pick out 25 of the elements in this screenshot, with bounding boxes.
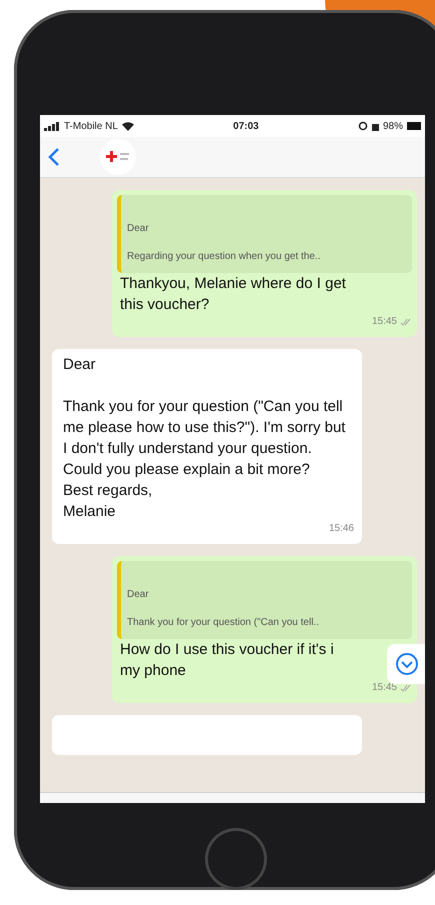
message-time: 15:46 xyxy=(328,522,354,536)
cross-logo-icon xyxy=(105,150,131,164)
message-text: How do I use this voucher if it's i my phone xyxy=(119,640,335,681)
message-time: 15:45 xyxy=(372,681,397,695)
chevron-down-icon xyxy=(395,652,419,676)
status-time: 07:03 xyxy=(233,120,259,132)
scroll-down-button[interactable] xyxy=(387,644,425,684)
contact-avatar[interactable] xyxy=(100,139,136,175)
battery-percent: 98% xyxy=(382,120,403,132)
quote-title: Dear xyxy=(127,589,150,601)
wifi-icon xyxy=(122,122,134,130)
quoted-message[interactable]: Dear Thank you for your question ("Can you tell.. xyxy=(117,561,412,639)
quoted-message[interactable]: Dear Regarding your question when you get the.. xyxy=(117,195,412,273)
signal-icon xyxy=(44,122,60,130)
quote-text: Regarding your question when you get the.. xyxy=(127,251,322,263)
back-chevron-icon xyxy=(48,147,60,167)
back-button[interactable] xyxy=(48,147,60,167)
quote-text: Thank you for your question ("Can you tell.. xyxy=(127,617,320,629)
quote-title: Dear xyxy=(127,223,150,235)
message-text: Thankyou, Melanie where do I get this voucher? xyxy=(119,274,347,315)
message-text: Dear Thank you for your question ("Can you tell me please how to use this?"). I'm sorry but I don't fully understand your question. Could you please explain a bit more? Best regards, Melanie xyxy=(62,355,346,522)
carrier-name: T-Mobile NL xyxy=(64,120,118,132)
battery-icon xyxy=(407,122,421,130)
home-button[interactable] xyxy=(205,828,267,890)
message-time: 15:45 xyxy=(372,315,397,329)
